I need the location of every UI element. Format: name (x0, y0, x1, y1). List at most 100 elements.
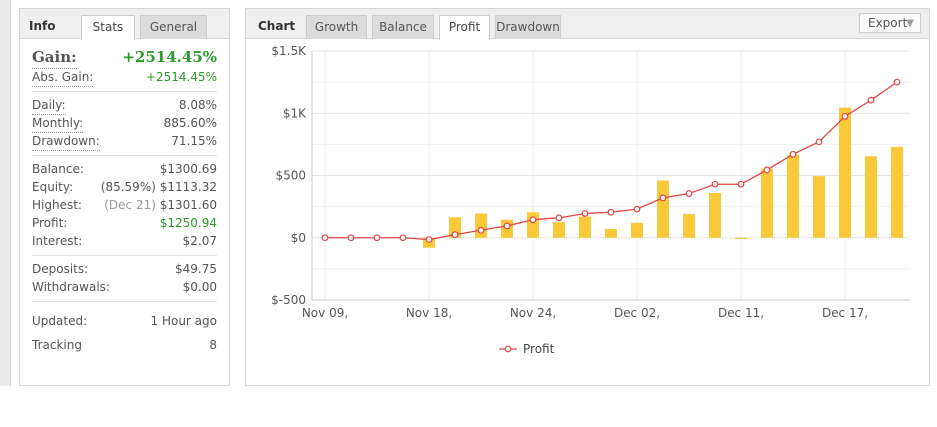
profit-bar (579, 216, 591, 238)
y-tick-label: $-500 (271, 293, 306, 307)
balance-label: Balance: (32, 162, 84, 176)
profit-point (321, 234, 329, 242)
interest-label: Interest: (32, 234, 83, 248)
profit-bar (761, 168, 773, 238)
profit-point (633, 205, 641, 213)
deposits-value: $49.75 (175, 262, 217, 276)
interest-value: $2.07 (182, 234, 217, 248)
profit-point (893, 78, 901, 86)
profit-point (581, 210, 589, 217)
equity-label: Equity: (32, 180, 74, 194)
profit-point (763, 166, 771, 174)
gain-value: +2514.45% (122, 48, 217, 66)
highest-label: Highest: (32, 198, 82, 212)
profit-bar (813, 176, 825, 238)
profit-point (555, 214, 563, 222)
balance-value: $1300.69 (159, 162, 217, 176)
withdrawals-value: $0.00 (182, 280, 217, 294)
chart-tabbar: Chart Growth Balance Profit Drawdown Exp… (246, 9, 929, 40)
profit-point (685, 190, 693, 197)
profit-point (529, 216, 537, 224)
tab-stats[interactable]: Stats (81, 15, 135, 40)
tab-profit[interactable]: Profit (439, 15, 490, 40)
profit-point (347, 234, 355, 242)
daily-value: 8.08% (178, 98, 217, 112)
profit-bar (683, 214, 695, 238)
profit-point (841, 112, 849, 120)
profit-bar (475, 213, 487, 238)
y-tick-label: $0 (291, 231, 306, 245)
tab-info[interactable]: Info (29, 15, 55, 37)
profit-bar (735, 237, 747, 239)
profit-point (659, 194, 667, 202)
y-tick-label: $1.5K (271, 44, 307, 58)
profit-point (867, 96, 875, 104)
profit-bar (839, 107, 851, 238)
profit-bar (657, 180, 669, 238)
x-tick-label: Dec 11, (718, 306, 764, 320)
updated-value: 1 Hour ago (150, 314, 217, 328)
profit-point (789, 150, 797, 158)
rates-group: Daily: 8.08% Monthly: 885.60% Drawdown: 71.… (32, 92, 217, 156)
caret-down-icon: ▼ (906, 18, 914, 29)
y-tick-label: $500 (275, 169, 306, 183)
profit-point (477, 226, 485, 234)
x-tick-label: Nov 18, (406, 306, 452, 320)
profit-point (607, 208, 615, 216)
profit-point (451, 231, 459, 239)
highest-note: (Dec 21) (104, 198, 156, 212)
withdrawals-label: Withdrawals: (32, 280, 110, 294)
legend-marker (504, 345, 512, 353)
profit-point (373, 234, 381, 242)
export-label: Export (868, 16, 908, 30)
meta-group: Updated: 1 Hour ago Tracking 8 (32, 302, 217, 362)
deposits-label: Deposits: (32, 262, 89, 276)
x-tick-label: Nov 09, (302, 306, 348, 320)
updated-label: Updated: (32, 314, 88, 328)
equity-value: $1113.32 (159, 180, 217, 194)
profit-point (425, 236, 433, 244)
profit-point (815, 138, 823, 146)
profit-bar (631, 222, 643, 238)
chart-panel: Chart Growth Balance Profit Drawdown Exp… (245, 8, 930, 386)
x-tick-label: Dec 17, (822, 306, 868, 320)
tracking-label: Tracking (32, 338, 82, 352)
highest-value: $1301.60 (159, 198, 217, 212)
daily-label: Daily: (32, 96, 66, 115)
profit-bar (787, 154, 799, 238)
profit-chart: $-500 $0 $500 $1K $1.5K Nov 09, Nov 18, Nov 24,… (271, 44, 910, 356)
drawdown-value: 71.15% (171, 134, 217, 148)
funds-group: Deposits: $49.75 Withdrawals: $0.00 (32, 256, 217, 302)
profit-point (399, 234, 407, 242)
profit-bar (709, 192, 721, 238)
profit-bar (527, 212, 539, 238)
profit-point (711, 180, 719, 188)
tab-drawdown[interactable]: Drawdown (495, 15, 561, 39)
x-tick-label: Dec 02, (614, 306, 660, 320)
y-tick-label: $1K (283, 106, 307, 120)
tracking-value: 8 (209, 338, 217, 352)
tab-balance[interactable]: Balance (372, 15, 434, 39)
profit-label: Profit: (32, 216, 68, 230)
monthly-value: 885.60% (163, 116, 217, 130)
export-button[interactable]: Export ▼ (859, 13, 921, 33)
profit-value: $1250.94 (159, 216, 217, 230)
tab-general[interactable]: General (140, 15, 207, 39)
monthly-label: Monthly: (32, 114, 84, 133)
profit-bar (865, 156, 877, 238)
left-sidebar-edge (0, 0, 11, 386)
profit-point (737, 180, 745, 188)
chart-title: Chart (258, 19, 296, 33)
drawdown-label: Drawdown: (32, 132, 100, 151)
legend-label: Profit (523, 342, 555, 356)
profit-bar (605, 229, 617, 238)
abs-gain-label: Abs. Gain: (32, 68, 94, 87)
x-tick-label: Nov 24, (510, 306, 556, 320)
gain-group: Gain: +2514.45% Abs. Gain: +2514.45% (32, 39, 217, 92)
gain-label: Gain: (32, 46, 77, 69)
profit-bar (553, 222, 565, 238)
tab-growth[interactable]: Growth (306, 15, 367, 39)
profit-bar (891, 146, 903, 238)
stats-list: Gain: +2514.45% Abs. Gain: +2514.45% Dai… (20, 39, 229, 362)
abs-gain-value: +2514.45% (145, 70, 217, 84)
